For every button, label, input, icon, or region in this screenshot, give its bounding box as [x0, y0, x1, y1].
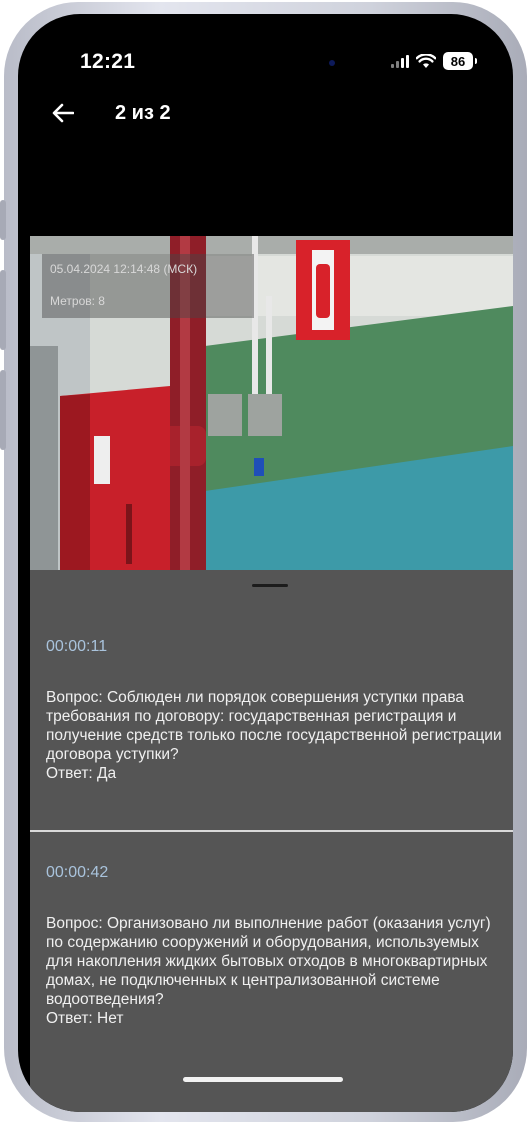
volume-down-button	[0, 370, 6, 450]
status-icons: 86	[391, 52, 477, 70]
photo-info-overlay: 05.04.2024 12:14:48 (МСК) Метров: 8	[42, 254, 254, 318]
photo-distance: Метров: 8	[50, 294, 105, 308]
signal-icon	[391, 54, 409, 68]
status-bar: 12:21 86	[18, 14, 513, 104]
status-time: 12:21	[80, 50, 136, 73]
entry-answer: Ответ: Да	[46, 765, 117, 782]
wifi-icon	[416, 53, 436, 68]
entry-answer: Ответ: Нет	[46, 1010, 124, 1027]
photo-timestamp: 05.04.2024 12:14:48 (МСК)	[50, 262, 198, 276]
entry-time: 00:00:42	[46, 864, 109, 881]
divider	[30, 830, 513, 832]
front-camera	[329, 60, 335, 66]
drag-handle[interactable]	[252, 584, 288, 587]
entry-time: 00:00:11	[46, 638, 108, 655]
back-arrow-icon	[52, 103, 74, 123]
entry-question: Вопрос: Организовано ли выполнение работ…	[46, 915, 491, 1008]
entry-text: Вопрос: Соблюден ли порядок совершения у…	[46, 688, 502, 783]
mute-switch	[0, 200, 6, 240]
back-button[interactable]	[48, 98, 78, 128]
screen: 12:21 86 2 из 2 05.04.2024 12:14:48 (МСК…	[18, 14, 513, 1112]
inspection-photo[interactable]: 05.04.2024 12:14:48 (МСК) Метров: 8	[30, 236, 513, 570]
header: 2 из 2	[18, 96, 513, 136]
battery-icon: 86	[443, 52, 477, 70]
entry-text: Вопрос: Организовано ли выполнение работ…	[46, 914, 502, 1028]
volume-up-button	[0, 270, 6, 350]
entry-question: Вопрос: Соблюден ли порядок совершения у…	[46, 689, 502, 763]
page-title: 2 из 2	[115, 102, 171, 124]
home-indicator[interactable]	[183, 1077, 343, 1082]
bottom-sheet: 00:00:11 Вопрос: Соблюден ли порядок сов…	[30, 570, 513, 1112]
